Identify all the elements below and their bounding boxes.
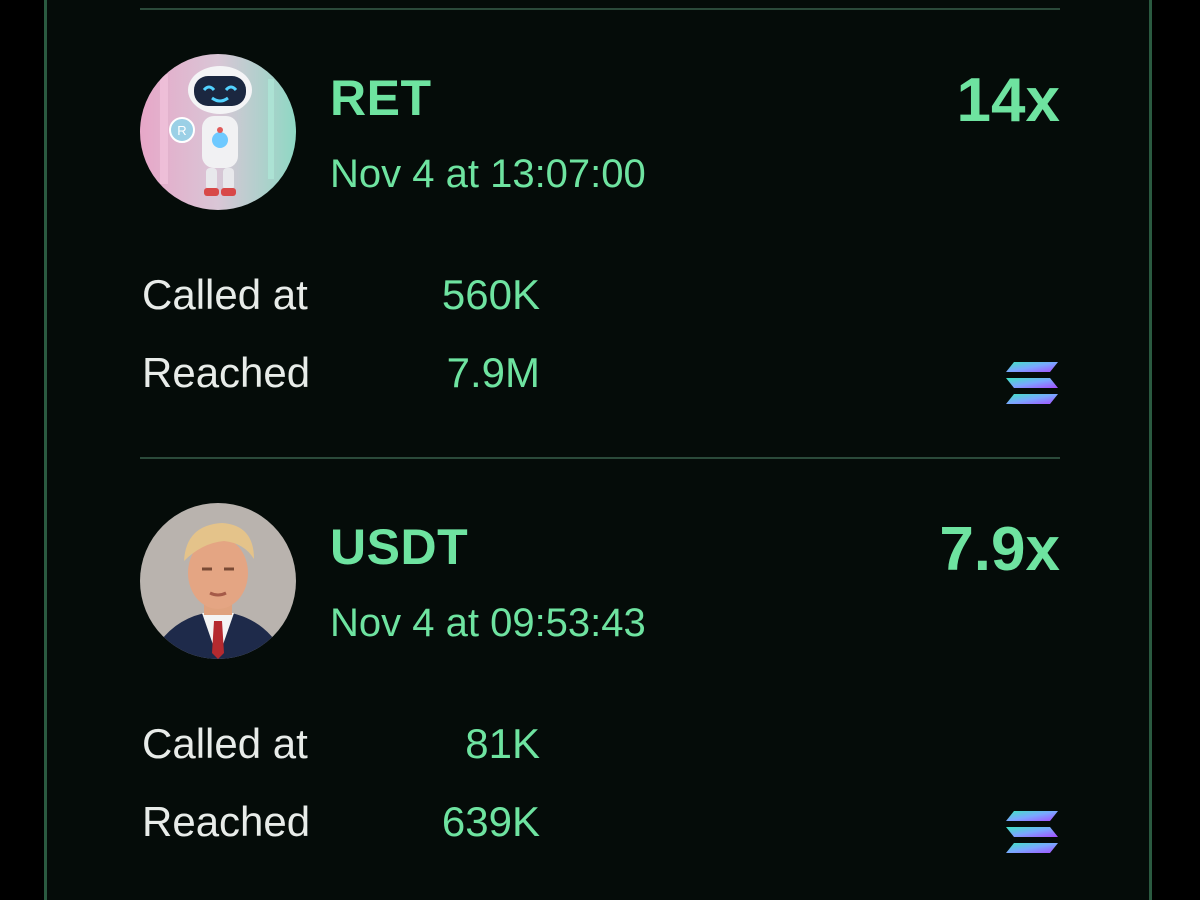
reached-value: 7.9M (446, 349, 540, 396)
called-at-value: 81K (465, 720, 540, 767)
reached-label: Reached (142, 349, 311, 396)
call-card[interactable]: R RET Nov 4 at 13:07:00 14x Called at 56… (140, 54, 1060, 454)
called-at-label: Called at (142, 271, 308, 318)
reached-label: Reached (142, 798, 311, 845)
multiplier-value: 14x (956, 66, 1060, 135)
screen: R RET Nov 4 at 13:07:00 14x Called at 56… (0, 0, 1200, 900)
multiplier-value: 7.9x (939, 515, 1060, 584)
robot-avatar-icon[interactable]: R (140, 54, 296, 210)
call-datetime: Nov 4 at 09:53:43 (330, 601, 646, 645)
divider-mid (140, 457, 1060, 459)
reached-value: 639K (441, 798, 540, 845)
call-card[interactable]: USDT Nov 4 at 09:53:43 7.9x Called at 81… (140, 503, 1060, 900)
solana-icon[interactable] (1004, 360, 1060, 406)
called-at-label: Called at (142, 720, 308, 767)
divider-top (140, 8, 1060, 10)
token-ticker: USDT (330, 519, 469, 575)
token-ticker: RET (330, 70, 432, 126)
svg-text:R: R (177, 123, 186, 138)
solana-icon[interactable] (1004, 809, 1060, 855)
portrait-avatar-icon[interactable] (140, 503, 296, 659)
call-datetime: Nov 4 at 13:07:00 (330, 152, 646, 196)
called-at-value: 560K (441, 271, 540, 318)
